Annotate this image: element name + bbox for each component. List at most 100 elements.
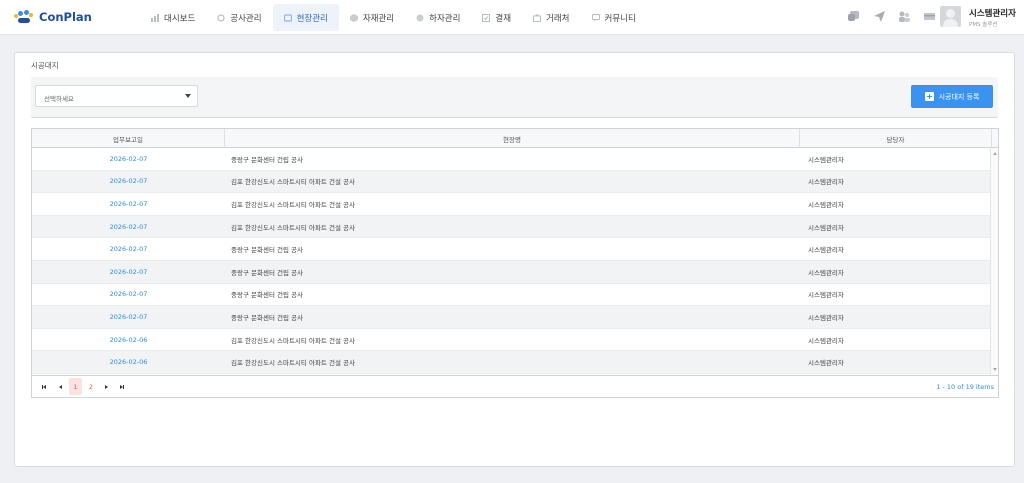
cell-date[interactable]: 2026-02-06 [32, 336, 225, 344]
cell-manager: 시스템관리자 [808, 359, 844, 368]
nav-label: 커뮤니티 [604, 13, 636, 24]
first-page-arrow-icon [43, 384, 46, 389]
cell-site: 김포 한강신도시 스마트시티 아파트 건설 공사 [231, 223, 355, 232]
grid-scrollbar[interactable] [990, 148, 998, 375]
last-page-button[interactable] [117, 378, 127, 395]
content-card: 시공대지 선택하세요 시공대지 등록 업무보고일 현장명 담당자 2026-02… [14, 52, 1015, 467]
pagination: 1 2 1 - 10 of 19 items [32, 375, 998, 397]
cell-site: 김포 한강신도시 스마트시티 아파트 건설 공사 [231, 336, 355, 345]
grid-header: 업무보고일 현장명 담당자 [32, 129, 998, 148]
report-grid: 업무보고일 현장명 담당자 2026-02-07 중랑구 문화센터 건립 공사 시스… [31, 128, 999, 398]
select-value: 선택하세요 [44, 95, 74, 103]
cell-site: 중랑구 문화센터 건립 공사 [231, 313, 303, 322]
nav-item-material[interactable]: 자재관리 [339, 4, 405, 31]
nav-item-construction[interactable]: 공사관리 [206, 4, 272, 31]
cell-manager: 시스템관리자 [808, 313, 844, 322]
table-row[interactable]: 2026-02-07 김포 한강신도시 스마트시티 아파트 건설 공사 시스템관리자 [32, 215, 990, 239]
cell-site: 중랑구 문화센터 건립 공사 [231, 246, 303, 255]
column-header-manager[interactable]: 담당자 [800, 129, 992, 148]
filter-bar: 선택하세요 시공대지 등록 [31, 77, 998, 118]
table-row[interactable]: 2026-02-06 김포 한강신도시 스마트시티 아파트 건설 공사 시스템관리자 [32, 351, 990, 374]
first-page-button[interactable] [39, 378, 49, 395]
cell-date[interactable]: 2026-02-07 [32, 200, 225, 208]
header-tools [848, 10, 936, 23]
cell-manager: 시스템관리자 [808, 246, 844, 255]
table-row[interactable]: 2026-02-07 중랑구 문화센터 건립 공사 시스템관리자 [32, 260, 990, 284]
cell-date[interactable]: 2026-02-07 [32, 177, 225, 185]
nav-label: 대시보드 [164, 13, 196, 24]
cell-site: 김포 한강신도시 스마트시티 아파트 건설 공사 [231, 200, 355, 209]
cell-manager: 시스템관리자 [808, 336, 844, 345]
cell-date[interactable]: 2026-02-07 [32, 268, 225, 276]
vendor-icon [533, 14, 542, 22]
caret-down-icon [185, 94, 191, 98]
table-row[interactable]: 2026-02-07 중랑구 문화센터 건립 공사 시스템관리자 [32, 306, 990, 329]
users-icon[interactable] [898, 10, 911, 23]
scroll-up-arrow-icon[interactable] [993, 152, 997, 155]
brand-logo[interactable]: ConPlan [14, 10, 92, 24]
register-button[interactable]: 시공대지 등록 [911, 85, 993, 108]
table-row[interactable]: 2026-02-07 김포 한강신도시 스마트시티 아파트 건설 공사 시스템관리자 [32, 170, 990, 194]
construction-icon [217, 13, 225, 22]
cell-date[interactable]: 2026-02-07 [32, 245, 225, 253]
table-row[interactable]: 2026-02-07 김포 한강신도시 스마트시티 아파트 건설 공사 시스템관리자 [32, 193, 990, 216]
chat-icon[interactable] [848, 10, 861, 23]
cell-date[interactable]: 2026-02-07 [32, 313, 225, 321]
table-row[interactable]: 2026-02-07 중랑구 문화센터 건립 공사 시스템관리자 [32, 148, 990, 171]
cell-manager: 시스템관리자 [808, 200, 844, 209]
main-nav: 대시보드 공사관리 현장관리 자재관리 하자관리 결재 거래처 커뮤니티 [140, 4, 647, 31]
defect-icon [416, 14, 424, 21]
table-row[interactable]: 2026-02-07 중랑구 문화센터 건립 공사 시스템관리자 [32, 238, 990, 261]
cell-site: 중랑구 문화센터 건립 공사 [231, 268, 303, 277]
logo-mark-icon [14, 10, 34, 24]
nav-item-site[interactable]: 현장관리 [272, 4, 339, 31]
prev-page-icon [58, 384, 62, 389]
cell-manager: 시스템관리자 [808, 155, 844, 164]
cell-date[interactable]: 2026-02-06 [32, 358, 225, 366]
nav-item-dashboard[interactable]: 대시보드 [140, 4, 206, 31]
nav-item-vendor[interactable]: 거래처 [522, 4, 580, 31]
cell-manager: 시스템관리자 [808, 291, 844, 300]
column-header-spacer [992, 129, 998, 148]
register-button-label: 시공대지 등록 [938, 92, 980, 101]
nav-label: 거래처 [546, 13, 570, 24]
community-icon [591, 13, 600, 21]
plus-icon [924, 92, 934, 101]
prev-page-button[interactable] [55, 378, 65, 395]
nav-label: 공사관리 [230, 13, 262, 24]
cell-manager: 시스템관리자 [808, 178, 844, 187]
site-icon [283, 13, 292, 22]
site-select-dropdown[interactable]: 선택하세요 [35, 85, 198, 107]
card-icon[interactable] [923, 10, 936, 23]
user-avatar[interactable] [940, 6, 961, 27]
brand-name: ConPlan [39, 10, 92, 24]
scroll-down-arrow-icon[interactable] [993, 368, 997, 371]
send-icon[interactable] [873, 10, 886, 23]
column-header-date[interactable]: 업무보고일 [32, 129, 225, 148]
nav-item-approval[interactable]: 결재 [471, 4, 522, 31]
last-page-icon [123, 384, 124, 389]
nav-item-community[interactable]: 커뮤니티 [581, 4, 647, 31]
pagination-info: 1 - 10 of 19 items [936, 383, 994, 391]
column-header-site[interactable]: 현장명 [225, 129, 800, 148]
cell-site: 김포 한강신도시 스마트시티 아파트 건설 공사 [231, 359, 355, 368]
user-name[interactable]: 시스템관리자 [969, 7, 1016, 19]
nav-item-defect[interactable]: 하자관리 [405, 4, 471, 31]
material-icon [349, 13, 358, 22]
table-row[interactable]: 2026-02-07 중랑구 문화센터 건립 공사 시스템관리자 [32, 284, 990, 307]
approval-icon [482, 13, 491, 22]
user-subtitle: PMS 솔루션 [969, 22, 998, 28]
page-2-button[interactable]: 2 [85, 378, 97, 395]
next-page-button[interactable] [101, 378, 111, 395]
dashboard-icon [151, 13, 159, 22]
cell-date[interactable]: 2026-02-07 [32, 223, 225, 231]
page-1-button[interactable]: 1 [69, 378, 82, 395]
page-title: 시공대지 [31, 61, 59, 70]
cell-date[interactable]: 2026-02-07 [32, 290, 225, 298]
grid-rows: 2026-02-07 중랑구 문화센터 건립 공사 시스템관리자 2026-02-0… [32, 148, 990, 374]
cell-date[interactable]: 2026-02-07 [32, 155, 225, 163]
nav-label: 현장관리 [296, 13, 328, 24]
cell-site: 중랑구 문화센터 건립 공사 [231, 155, 303, 164]
table-row[interactable]: 2026-02-06 김포 한강신도시 스마트시티 아파트 건설 공사 시스템관리자 [32, 329, 990, 352]
cell-site: 김포 한강신도시 스마트시티 아파트 건설 공사 [231, 178, 355, 187]
